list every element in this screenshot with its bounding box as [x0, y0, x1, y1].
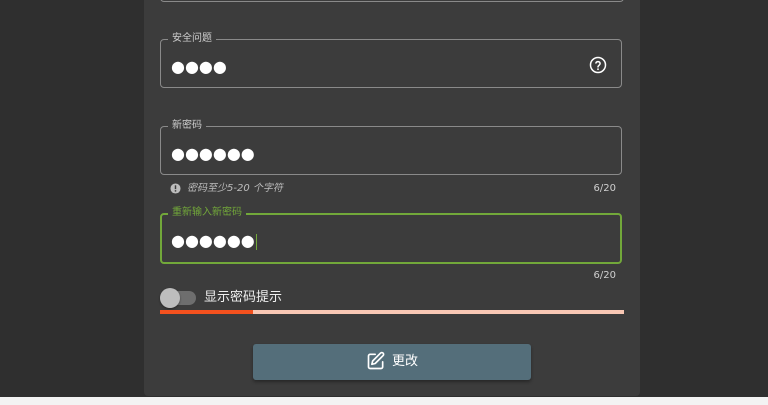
confirm-password-field[interactable]: 重新输入新密码 ●●●●●●	[160, 206, 622, 264]
info-icon	[170, 183, 181, 194]
security-question-field[interactable]: 安全问题 ●●●●	[160, 32, 622, 88]
new-password-label: 新密码	[168, 119, 206, 133]
change-button[interactable]: 更改	[253, 344, 531, 380]
new-password-counter: 6/20	[593, 183, 616, 194]
show-hint-switch[interactable]	[160, 288, 196, 308]
help-circle-icon[interactable]	[589, 56, 607, 74]
page: 安全问题 ●●●● 新密码 ●●●●●● 密码至少5-20 个字符 6/20 重	[0, 0, 768, 405]
new-password-hint: 密码至少5-20 个字符	[187, 183, 283, 194]
confirm-password-value: ●●●●●●	[171, 231, 257, 251]
change-button-label: 更改	[391, 354, 418, 369]
password-strength-bar	[160, 310, 624, 314]
edit-icon	[367, 351, 385, 370]
text-caret	[255, 233, 257, 250]
bottom-strip	[0, 397, 768, 405]
change-password-panel: 安全问题 ●●●● 新密码 ●●●●●● 密码至少5-20 个字符 6/20 重	[144, 0, 640, 396]
previous-field-bottom-edge	[160, 0, 624, 2]
confirm-password-label: 重新输入新密码	[168, 206, 246, 220]
switch-thumb	[160, 288, 180, 308]
security-question-value: ●●●●	[171, 57, 227, 76]
show-hint-toggle-row[interactable]: 显示密码提示	[160, 288, 460, 308]
confirm-password-hint-row: 6/20	[170, 269, 616, 283]
show-hint-label: 显示密码提示	[204, 290, 283, 305]
password-strength-fill	[160, 310, 253, 314]
new-password-hint-row: 密码至少5-20 个字符 6/20	[170, 182, 616, 196]
security-question-label: 安全问题	[168, 32, 216, 46]
confirm-password-counter: 6/20	[593, 270, 616, 281]
confirm-password-text: ●●●●●●	[171, 231, 255, 250]
new-password-value: ●●●●●●	[171, 144, 255, 163]
new-password-field[interactable]: 新密码 ●●●●●●	[160, 119, 622, 175]
